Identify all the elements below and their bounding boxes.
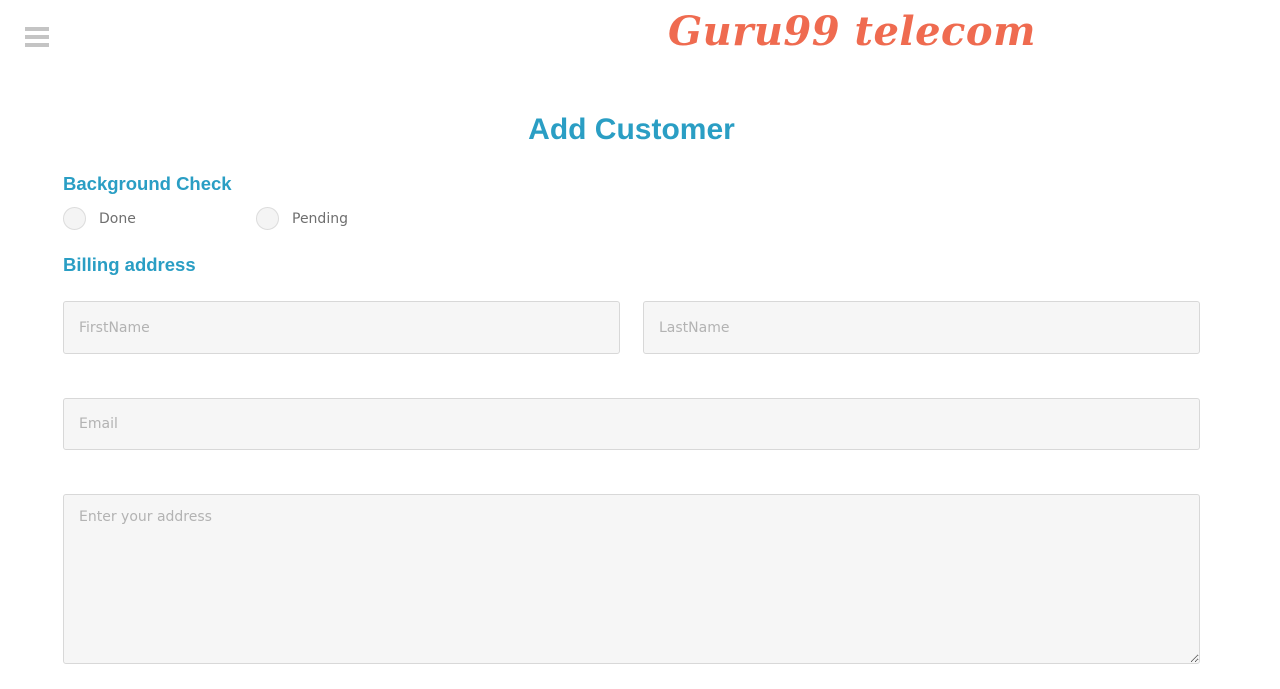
radio-button-done[interactable] [63,207,86,230]
background-check-heading: Background Check [63,173,232,194]
address-textarea[interactable] [63,494,1200,664]
radio-label-done[interactable]: Done [99,211,136,227]
email-input[interactable] [63,398,1200,450]
brand-logo[interactable]: Guru99 telecom [668,8,1036,55]
billing-address-heading: Billing address [63,254,196,275]
radio-button-pending[interactable] [256,207,279,230]
radio-label-pending[interactable]: Pending [292,211,348,227]
page-title: Add Customer [528,113,735,146]
first-name-input[interactable] [63,301,620,354]
radio-option-done[interactable]: Done [63,207,136,230]
last-name-input[interactable] [643,301,1200,354]
hamburger-menu-icon[interactable] [25,27,49,49]
radio-option-pending[interactable]: Pending [256,207,348,230]
add-customer-page: Guru99 telecom Add Customer Background C… [0,0,1280,689]
